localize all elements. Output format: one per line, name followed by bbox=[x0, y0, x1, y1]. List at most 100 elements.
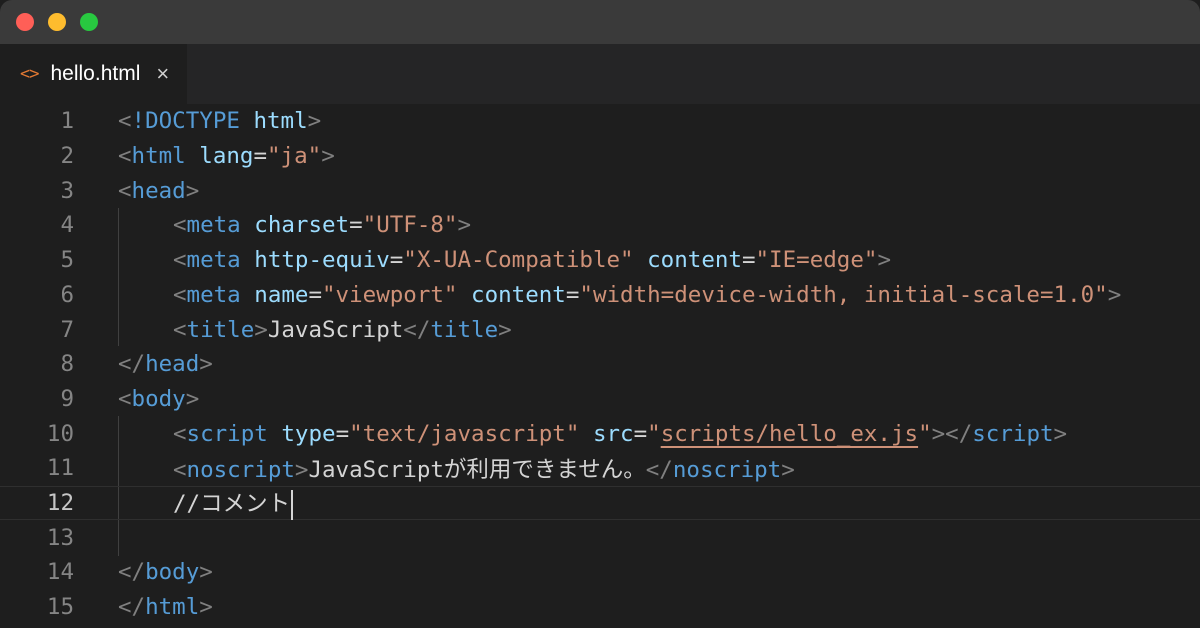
code-line-3[interactable]: 3 <head> bbox=[0, 173, 1200, 208]
line-number: 3 bbox=[60, 177, 74, 204]
code-line-10[interactable]: 10 <script type="text/javascript" src="s… bbox=[0, 416, 1200, 451]
zoom-window-button[interactable] bbox=[80, 13, 98, 31]
code-token: < bbox=[118, 143, 132, 170]
code-token: > bbox=[199, 351, 213, 378]
code-token: meta bbox=[186, 281, 241, 308]
line-number: 11 bbox=[46, 455, 74, 482]
code-token: = bbox=[741, 247, 756, 274]
line-number: 7 bbox=[60, 316, 74, 343]
code-token: JavaScript bbox=[267, 316, 404, 343]
code-token: < bbox=[118, 177, 132, 204]
code-token: noscript bbox=[672, 457, 782, 484]
close-window-button[interactable] bbox=[16, 13, 34, 31]
code-token: body bbox=[145, 559, 200, 586]
code-token: type bbox=[281, 420, 336, 447]
code-line-6[interactable]: 6 <meta name="viewport" content="width=d… bbox=[0, 278, 1200, 313]
line-number: 10 bbox=[46, 420, 74, 447]
code-line-2[interactable]: 2 <html lang="ja"> bbox=[0, 139, 1200, 174]
code-line-13[interactable]: 13 bbox=[0, 520, 1200, 555]
code-token: meta bbox=[186, 212, 241, 239]
line-number: 8 bbox=[60, 351, 74, 378]
html-file-icon: <> bbox=[20, 64, 40, 84]
title-bar bbox=[0, 0, 1200, 44]
code-token: "IE=edge" bbox=[755, 247, 878, 274]
code-token: < bbox=[173, 316, 187, 343]
minimize-window-button[interactable] bbox=[48, 13, 66, 31]
code-token: > bbox=[1107, 281, 1122, 308]
code-token: > bbox=[321, 143, 335, 170]
code-token: body bbox=[131, 385, 186, 412]
code-token: = bbox=[633, 420, 648, 447]
code-line-5[interactable]: 5 <meta http-equiv="X-UA-Compatible" con… bbox=[0, 243, 1200, 278]
code-token: "width=device-width, initial-scale=1.0" bbox=[579, 281, 1108, 308]
line-number: 4 bbox=[60, 212, 74, 239]
code-token: > bbox=[185, 177, 200, 204]
code-token: title bbox=[430, 316, 499, 343]
code-line-4[interactable]: 4 <meta charset="UTF-8"> bbox=[0, 208, 1200, 243]
code-token: http-equiv bbox=[254, 247, 390, 274]
code-line-15[interactable]: 15 </html> bbox=[0, 590, 1200, 625]
tab-hello-html[interactable]: <> hello.html × bbox=[0, 44, 188, 104]
code-token: > bbox=[199, 594, 213, 621]
code-token: </ bbox=[118, 351, 146, 378]
code-token: noscript bbox=[186, 457, 295, 484]
code-token: < bbox=[173, 212, 187, 239]
code-token: </ bbox=[403, 316, 431, 343]
code-token: < bbox=[173, 420, 187, 447]
src-link[interactable]: scripts/hello_ex.js bbox=[661, 421, 918, 447]
line-number: 1 bbox=[60, 108, 74, 135]
code-token: charset bbox=[254, 212, 350, 239]
code-token: < bbox=[118, 385, 132, 412]
code-token: head bbox=[145, 351, 200, 378]
code-token: lang bbox=[199, 143, 254, 170]
code-token: > bbox=[307, 108, 322, 135]
code-token: script bbox=[186, 420, 268, 447]
editor-window: <> hello.html × 1 <!DOCTYPE html> 2 <htm… bbox=[0, 0, 1200, 628]
close-tab-icon[interactable]: × bbox=[156, 61, 169, 87]
code-token: meta bbox=[186, 247, 241, 274]
tab-bar: <> hello.html × bbox=[0, 44, 1200, 104]
code-token: //コメント bbox=[173, 491, 291, 518]
code-token: < bbox=[118, 108, 132, 135]
code-token: content bbox=[647, 247, 742, 274]
code-token: > bbox=[199, 559, 213, 586]
text-cursor bbox=[291, 489, 294, 520]
line-number: 2 bbox=[60, 143, 74, 170]
line-number: 12 bbox=[46, 490, 74, 517]
code-token: </ bbox=[118, 559, 146, 586]
line-number: 13 bbox=[46, 524, 74, 551]
code-token: = bbox=[308, 281, 323, 308]
code-token: </ bbox=[645, 457, 673, 484]
code-token: > bbox=[877, 247, 891, 274]
code-line-14[interactable]: 14 </body> bbox=[0, 555, 1200, 590]
tab-filename: hello.html bbox=[50, 62, 141, 85]
code-token: < bbox=[173, 281, 187, 308]
code-editor[interactable]: 1 <!DOCTYPE html> 2 <html lang="ja"> 3 <… bbox=[0, 104, 1200, 628]
code-line-11[interactable]: 11 <noscript>JavaScriptが利用できません。</noscri… bbox=[0, 451, 1200, 486]
code-token: </ bbox=[118, 594, 146, 621]
code-line-12-current[interactable]: 12 //コメント bbox=[0, 485, 1200, 521]
code-token: "text/javascript" bbox=[349, 420, 580, 447]
code-token: "UTF-8" bbox=[362, 212, 458, 239]
code-line-8[interactable]: 8 </head> bbox=[0, 347, 1200, 382]
code-token: html bbox=[131, 143, 186, 170]
code-token: "X-UA-Compatible" bbox=[403, 247, 634, 274]
code-token: script bbox=[972, 420, 1054, 447]
code-line-7[interactable]: 7 <title>JavaScript</title> bbox=[0, 312, 1200, 347]
code-token: head bbox=[131, 177, 186, 204]
code-token: title bbox=[186, 316, 255, 343]
code-token: "ja" bbox=[267, 143, 322, 170]
code-token: html bbox=[239, 108, 308, 135]
code-token: > bbox=[781, 457, 795, 484]
code-token: JavaScriptが利用できません。 bbox=[308, 457, 646, 484]
code-token: > bbox=[294, 457, 309, 484]
code-token: > bbox=[254, 316, 268, 343]
code-line-9[interactable]: 9 <body> bbox=[0, 382, 1200, 417]
code-line-1[interactable]: 1 <!DOCTYPE html> bbox=[0, 104, 1200, 139]
code-token: content bbox=[471, 281, 566, 308]
